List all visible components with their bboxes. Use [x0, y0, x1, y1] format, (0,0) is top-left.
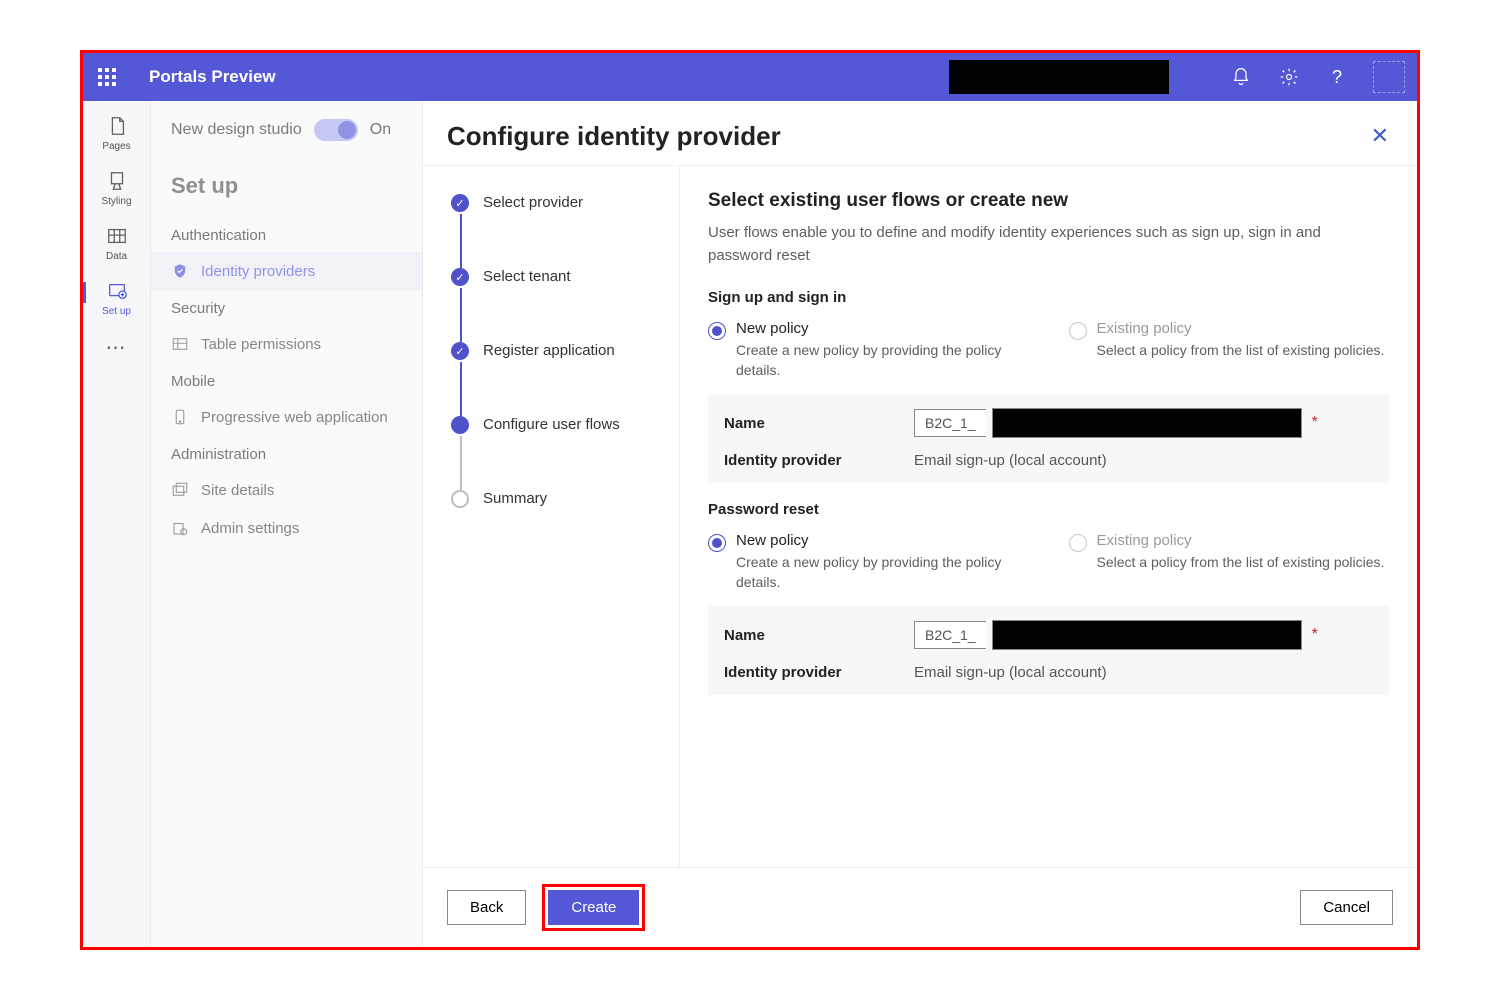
check-icon: ✓ [451, 194, 469, 212]
setup-sidebar: New design studio On Set up Authenticati… [151, 101, 423, 947]
group-authentication: Authentication [151, 217, 422, 252]
dialog-panel: Configure identity provider ✕ ✓ Select p… [423, 101, 1417, 947]
pwdreset-name-label: Name [724, 627, 914, 644]
toggle-state: On [370, 121, 391, 139]
rail-styling[interactable]: Styling [83, 170, 151, 207]
settings-icon[interactable] [1265, 53, 1313, 101]
group-mobile: Mobile [151, 363, 422, 398]
rail-setup[interactable]: Set up [83, 280, 151, 317]
app-title: Portals Preview [131, 67, 276, 87]
name-prefix: B2C_1_ [914, 621, 986, 649]
radio-unselected-icon [1069, 534, 1087, 552]
group-security: Security [151, 290, 422, 325]
pwdreset-new-policy-radio[interactable]: New policy Create a new policy by provid… [708, 532, 1029, 592]
pending-step-icon [451, 490, 469, 508]
wizard-stepper: ✓ Select provider ✓ Select tenant ✓ Regi… [423, 166, 679, 867]
sidebar-item-identity-providers[interactable]: Identity providers [151, 252, 422, 290]
radio-unselected-icon [1069, 322, 1087, 340]
signup-name-label: Name [724, 415, 914, 432]
step-select-provider[interactable]: ✓ Select provider [451, 194, 679, 212]
step-summary[interactable]: Summary [451, 490, 679, 508]
signup-idp-label: Identity provider [724, 452, 914, 469]
radio-selected-icon [708, 534, 726, 552]
check-icon: ✓ [451, 342, 469, 360]
cancel-button[interactable]: Cancel [1300, 890, 1393, 925]
name-prefix: B2C_1_ [914, 409, 986, 437]
signup-existing-policy-radio[interactable]: Existing policy Select a policy from the… [1069, 320, 1390, 380]
close-icon[interactable]: ✕ [1367, 119, 1393, 153]
check-icon: ✓ [451, 268, 469, 286]
form-description: User flows enable you to define and modi… [708, 222, 1389, 267]
required-indicator: * [1312, 626, 1318, 644]
required-indicator: * [1312, 414, 1318, 432]
user-avatar[interactable] [1373, 61, 1405, 93]
signup-signin-label: Sign up and sign in [708, 289, 1389, 306]
notifications-icon[interactable] [1217, 53, 1265, 101]
dialog-title: Configure identity provider [447, 121, 781, 152]
pwdreset-policy-name-input[interactable] [992, 620, 1302, 650]
design-studio-label: New design studio [171, 121, 302, 139]
redacted-environment [949, 60, 1169, 94]
left-rail: Pages Styling Data Set up ⋯ [83, 101, 151, 947]
create-button-highlight: Create [542, 884, 645, 931]
signup-idp-value: Email sign-up (local account) [914, 452, 1107, 469]
pwdreset-idp-label: Identity provider [724, 664, 914, 681]
step-register-application[interactable]: ✓ Register application [451, 342, 679, 360]
password-reset-label: Password reset [708, 501, 1389, 518]
sidebar-item-pwa[interactable]: Progressive web application [151, 398, 422, 436]
help-icon[interactable]: ? [1313, 53, 1361, 101]
group-administration: Administration [151, 436, 422, 471]
create-button[interactable]: Create [548, 890, 639, 925]
design-studio-toggle[interactable] [314, 119, 358, 141]
pwdreset-idp-value: Email sign-up (local account) [914, 664, 1107, 681]
sidebar-item-admin-settings[interactable]: Admin settings [151, 509, 422, 547]
step-select-tenant[interactable]: ✓ Select tenant [451, 268, 679, 286]
sidebar-item-site-details[interactable]: Site details [151, 471, 422, 509]
sidebar-item-table-permissions[interactable]: Table permissions [151, 325, 422, 363]
current-step-icon [451, 416, 469, 434]
signup-new-policy-radio[interactable]: New policy Create a new policy by provid… [708, 320, 1029, 380]
rail-pages[interactable]: Pages [83, 115, 151, 152]
radio-selected-icon [708, 322, 726, 340]
form-heading: Select existing user flows or create new [708, 190, 1389, 212]
back-button[interactable]: Back [447, 890, 526, 925]
pwdreset-existing-policy-radio[interactable]: Existing policy Select a policy from the… [1069, 532, 1390, 592]
signup-policy-name-input[interactable] [992, 408, 1302, 438]
step-configure-user-flows[interactable]: Configure user flows [451, 416, 679, 434]
rail-more-icon[interactable]: ⋯ [106, 335, 128, 360]
app-launcher-icon[interactable] [83, 53, 131, 101]
sidebar-title: Set up [151, 159, 422, 217]
rail-data[interactable]: Data [83, 225, 151, 262]
